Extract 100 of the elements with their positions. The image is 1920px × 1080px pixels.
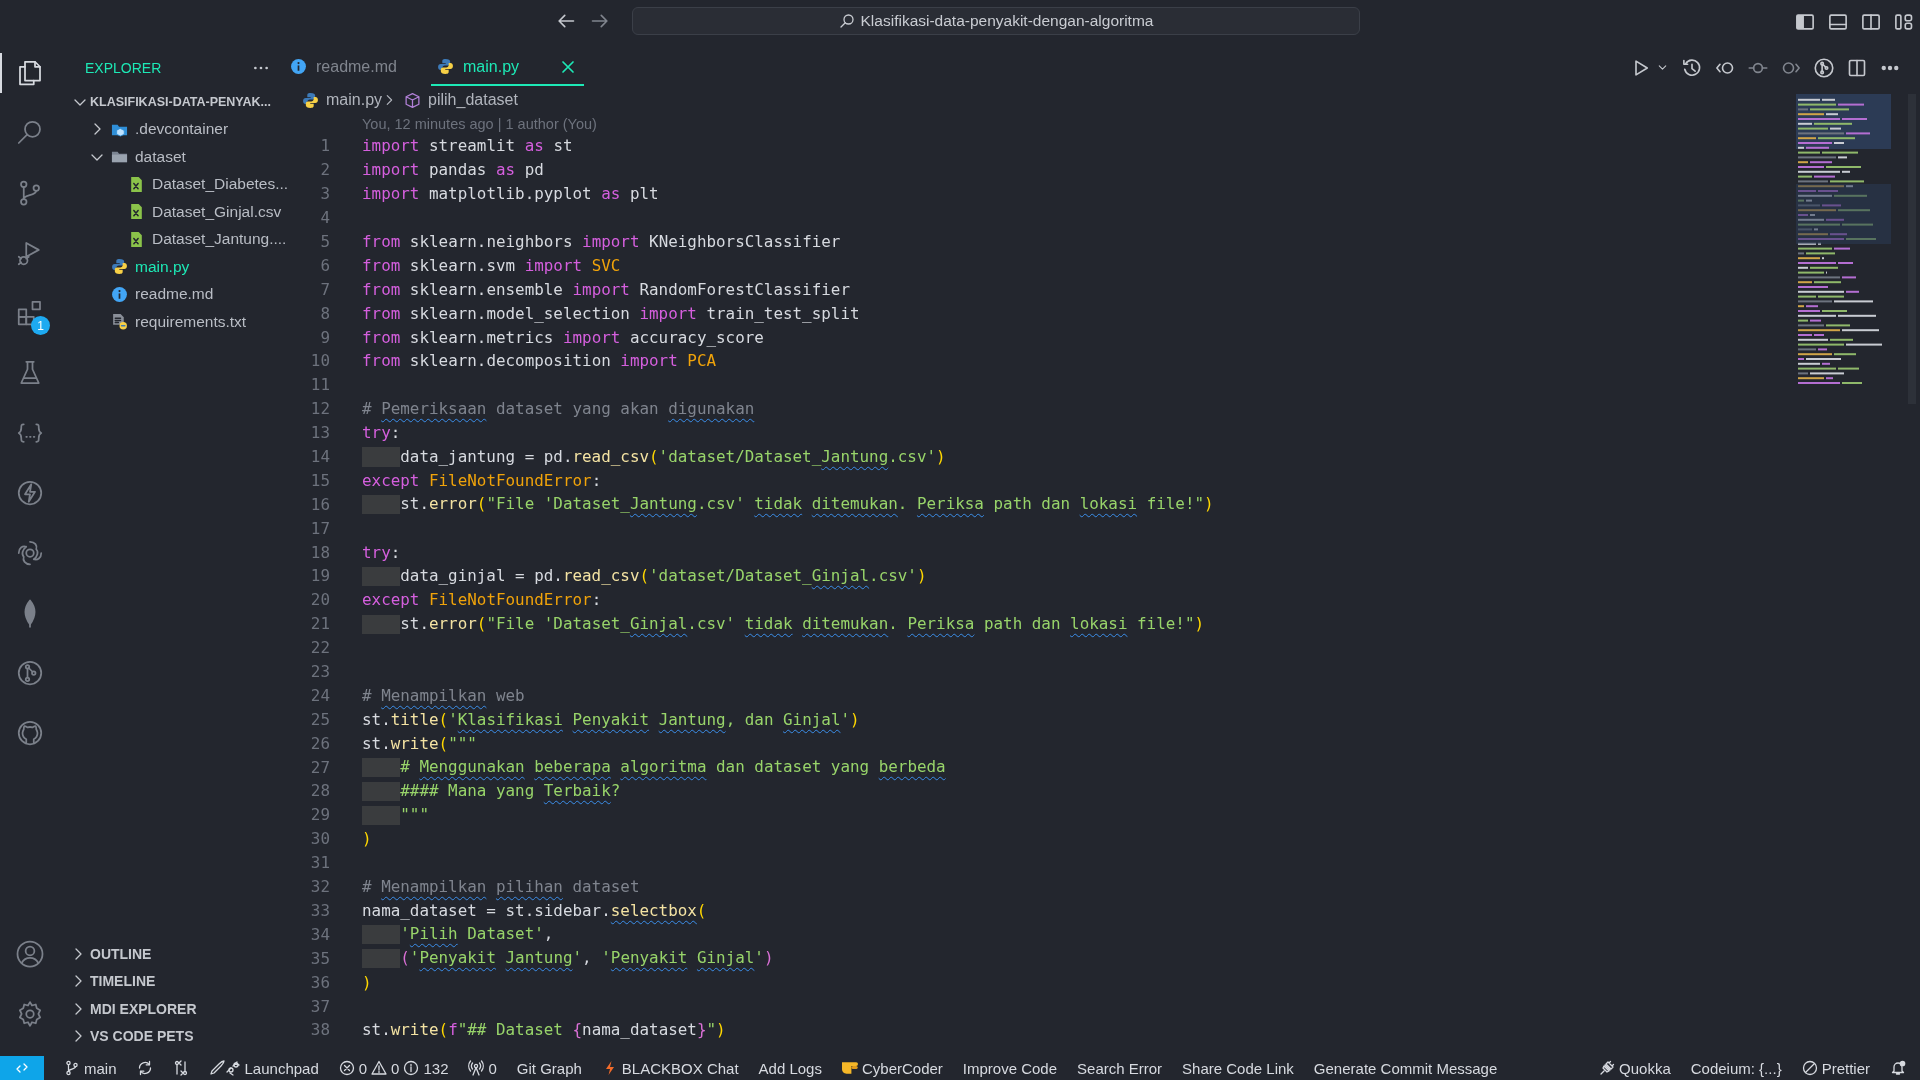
status-item[interactable]: Improve Code — [962, 1059, 1058, 1077]
branch-circle-icon[interactable] — [1814, 57, 1834, 78]
panel-toggle-icon[interactable] — [1828, 12, 1848, 32]
line-number: 11 — [309, 375, 330, 395]
editor-tab[interactable]: main.py — [431, 49, 584, 86]
code-line: # Pemeriksaan dataset yang akan digunakan — [362, 399, 755, 419]
status-item[interactable]: Prettier — [1801, 1059, 1870, 1077]
line-number: 12 — [309, 399, 330, 419]
history-icon[interactable] — [1682, 57, 1702, 78]
code-line: # Menampilkan pilihan dataset — [362, 877, 640, 897]
file-tree-item[interactable]: main.py — [60, 253, 284, 281]
line-number: 34 — [309, 924, 330, 944]
code-line: from sklearn.decomposition import PCA — [362, 351, 717, 371]
command-center-search[interactable]: Klasifikasi-data-penyakit-dengan-algoritma — [632, 7, 1360, 35]
plug-icon — [1599, 1060, 1616, 1076]
line-number: 10 — [309, 351, 330, 371]
file-tree-item[interactable]: dataset — [60, 143, 284, 171]
code-line: data_jantung = pd.read_csv('dataset/Dataset_Jantung.csv') — [362, 446, 946, 467]
line-number: 1 — [319, 136, 330, 156]
status-item[interactable]: 0 — [468, 1059, 497, 1077]
panel-section-header[interactable]: TIMELINE — [60, 967, 284, 995]
cat-circle-icon[interactable] — [15, 718, 45, 748]
blocked-icon — [1801, 1060, 1818, 1076]
info-icon — [403, 1060, 420, 1076]
file-tree-item[interactable]: requirements.txt — [60, 308, 284, 336]
split-layout-icon[interactable] — [1861, 12, 1881, 32]
notifications-icon[interactable] — [1890, 1060, 1906, 1076]
code-line: """ — [362, 804, 429, 825]
panel-section-header[interactable]: VS CODE PETS — [60, 1022, 284, 1050]
knot-icon[interactable] — [15, 538, 45, 568]
notification-badge: 1 — [31, 316, 50, 335]
line-number: 33 — [309, 900, 330, 920]
line-number: 36 — [309, 972, 330, 992]
spreadsheet-icon — [128, 175, 145, 193]
status-item[interactable]: BLACKBOX Chat — [601, 1059, 739, 1077]
line-number: 17 — [309, 518, 330, 538]
lightning-icon[interactable] — [15, 478, 45, 508]
python-icon — [302, 91, 319, 109]
code-line: ('Penyakit Jantung', 'Penyakit Ginjal') — [362, 948, 774, 969]
line-number: 2 — [319, 160, 330, 180]
layout-icon[interactable] — [1894, 12, 1914, 32]
split-editor-icon[interactable] — [1847, 57, 1867, 78]
breadcrumb-item[interactable]: main.py — [294, 91, 383, 109]
file-tree-item[interactable]: .devcontainer — [60, 115, 284, 143]
line-number: 7 — [319, 279, 330, 299]
file-tree-item[interactable]: Dataset_Jantung.... — [60, 225, 284, 253]
account-icon[interactable] — [15, 939, 45, 969]
line-number: 5 — [319, 232, 330, 251]
code-line: st.write(f"## Dataset {nama_dataset}") — [362, 1020, 726, 1040]
status-item[interactable]: Search Error — [1077, 1059, 1163, 1077]
code-line: data_ginjal = pd.read_csv('dataset/Dataset_Ginjal.csv') — [362, 565, 927, 586]
status-item[interactable]: main — [64, 1059, 117, 1077]
info-icon — [111, 285, 128, 303]
line-number: 9 — [319, 327, 330, 347]
breadcrumb-item[interactable]: pilih_dataset — [396, 91, 518, 109]
code-line: except FileNotFoundError: — [362, 470, 602, 490]
status-item[interactable]: CyberCoder — [841, 1059, 943, 1077]
status-item[interactable]: Launchpad — [208, 1059, 319, 1077]
status-item[interactable]: Add Logs — [758, 1059, 822, 1077]
status-item[interactable]: Generate Commit Message — [1313, 1059, 1498, 1077]
status-item[interactable]: Git Graph — [516, 1059, 582, 1077]
line-number: 27 — [309, 757, 330, 777]
line-number: 4 — [319, 208, 330, 228]
code-line: import pandas as pd — [362, 160, 544, 180]
code-line: nama_dataset = st.sidebar.selectbox( — [362, 900, 707, 920]
close-icon[interactable] — [560, 58, 576, 75]
status-item[interactable]: Share Code Link — [1182, 1059, 1294, 1077]
requirements-file-icon — [111, 313, 128, 331]
line-number: 29 — [309, 805, 330, 825]
status-item[interactable]: Quokka — [1599, 1059, 1671, 1077]
code-line: from sklearn.ensemble import RandomForestClassifier — [362, 279, 850, 299]
line-number: 23 — [309, 662, 330, 682]
editor-tab[interactable]: readme.md — [284, 49, 431, 86]
sidebar-title: EXPLORER — [85, 59, 162, 76]
code-line: from sklearn.neighbors import KNeighborsClassifier — [362, 232, 841, 251]
file-tree-item[interactable]: readme.md — [60, 280, 284, 308]
sidebar-toggle-icon[interactable] — [1795, 12, 1815, 32]
code-line: st.write(""" — [362, 733, 477, 753]
code-line: try: — [362, 423, 401, 443]
branch-icon — [64, 1060, 80, 1076]
warning-icon — [371, 1060, 388, 1076]
code-line: import streamlit as st — [362, 136, 573, 156]
minimap-drawing[interactable] — [1796, 94, 1916, 404]
line-number: 3 — [319, 184, 330, 204]
info-icon — [290, 58, 307, 75]
spreadsheet-icon — [128, 203, 145, 221]
line-number: 18 — [309, 542, 330, 562]
panel-section-header[interactable]: MDI EXPLORER — [60, 995, 284, 1023]
branch-circle-icon[interactable] — [15, 658, 45, 688]
code-line: from sklearn.model_selection import train_test_split — [362, 303, 860, 323]
status-item[interactable]: Codeium: {...} — [1690, 1059, 1782, 1077]
code-line: from sklearn.svm import SVC — [362, 255, 621, 275]
code-line: try: — [362, 542, 401, 562]
panel-section-header[interactable]: OUTLINE — [60, 940, 284, 968]
code-line: except FileNotFoundError: — [362, 590, 602, 610]
file-tree-item[interactable]: KLASIFIKASI-DATA-PENYAK... — [60, 88, 284, 116]
code-line: st.title('Klasifikasi Penyakit Jantung, dan Ginjal') — [362, 709, 860, 729]
problems-indicator[interactable]: 0 0 132 — [338, 1059, 449, 1077]
code-line: 'Pilih Dataset', — [362, 924, 554, 945]
file-tree-item[interactable]: Dataset_Ginjal.csv — [60, 198, 284, 226]
